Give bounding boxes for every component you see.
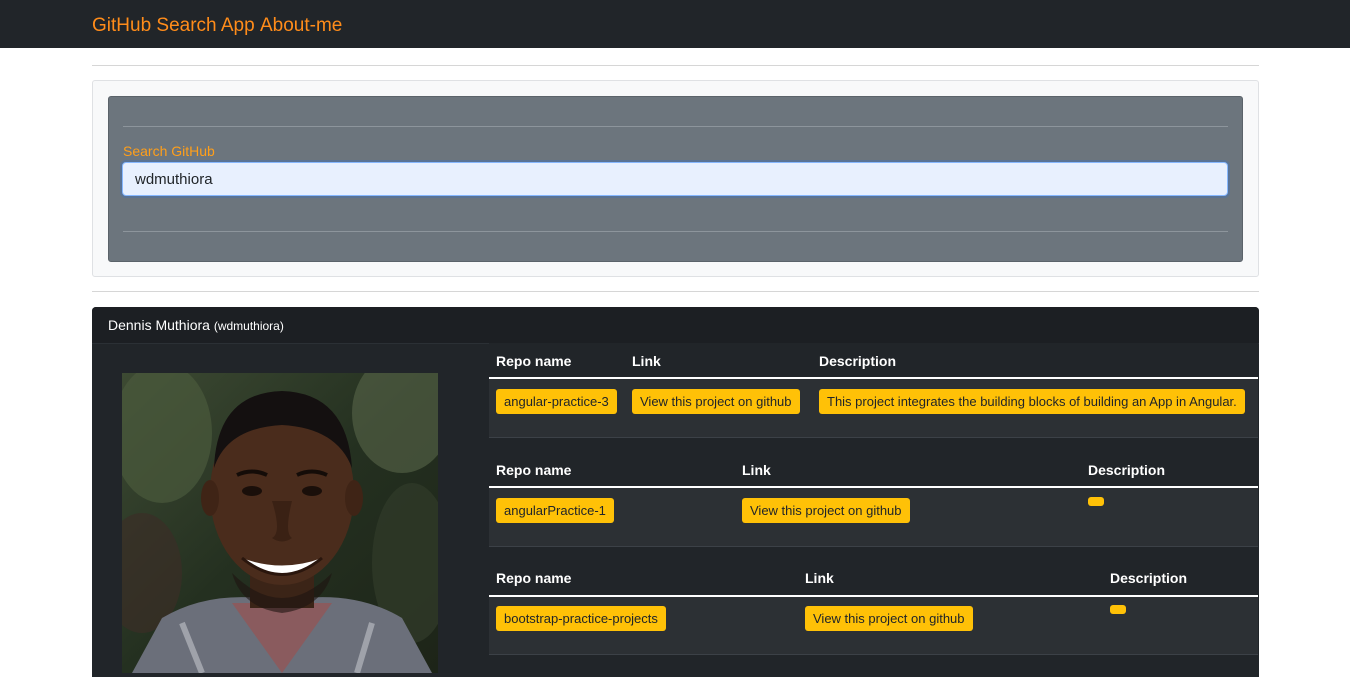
divider [489,546,1258,547]
link-header: Link [805,570,834,586]
divider [489,437,1258,438]
description-header: Description [1110,570,1188,586]
search-input[interactable] [122,162,1228,196]
divider [123,126,1228,127]
repo-name-badge[interactable]: bootstrap-practice-projects [496,606,666,631]
search-label: Search GitHub [123,143,215,159]
repo-name-header: Repo name [496,570,572,586]
view-on-github-button[interactable]: View this project on github [632,389,800,414]
repo-name-badge[interactable]: angular-practice-3 [496,389,617,414]
link-header: Link [632,353,661,369]
divider [489,654,1258,655]
divider [92,291,1259,292]
profile-login: (wdmuthiora) [213,319,284,333]
avatar-portrait-image [122,373,438,673]
repo-name-header: Repo name [496,353,572,369]
repo-name-header: Repo name [496,462,572,478]
avatar [122,373,438,673]
divider [123,231,1228,232]
repo-description-badge [1110,605,1126,614]
divider [92,65,1259,66]
link-header: Link [742,462,771,478]
profile-name: Dennis Muthiora (wdmuthiora) [108,317,284,333]
description-header: Description [1088,462,1166,478]
repo-description-badge: This project integrates the building blo… [819,389,1245,414]
repo-description-badge [1088,497,1104,506]
description-header: Description [819,353,897,369]
nav-brand-link[interactable]: GitHub Search App [92,15,255,37]
repo-name-badge[interactable]: angularPractice-1 [496,498,614,523]
view-on-github-button[interactable]: View this project on github [805,606,973,631]
profile-display-name: Dennis Muthiora [108,317,210,333]
view-on-github-button[interactable]: View this project on github [742,498,910,523]
nav-about-link[interactable]: About-me [260,15,342,37]
